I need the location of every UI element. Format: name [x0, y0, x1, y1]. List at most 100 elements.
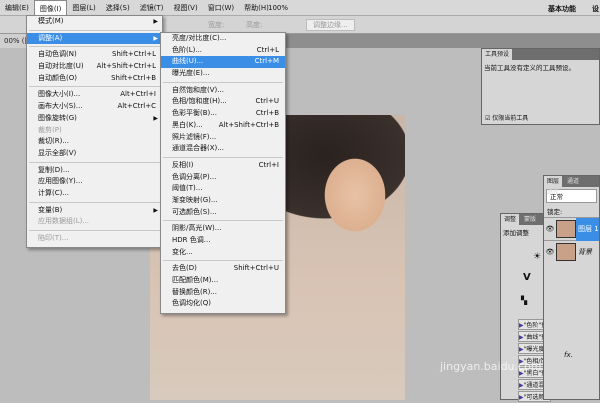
tool-presets-panel: 工具预设 当前工具没有定义的工具预设。 ☑ 仅限当前工具: [481, 48, 600, 125]
menu-item[interactable]: 应用图像(Y)...: [27, 176, 162, 188]
layer-name: 背景: [578, 248, 592, 256]
menu-item-label: 色调分离(P)...: [172, 172, 217, 181]
menu-item[interactable]: 自然饱和度(V)...: [161, 85, 285, 97]
menu-5[interactable]: 视图(V): [168, 0, 202, 16]
menu-item[interactable]: 色彩平衡(B)... Ctrl+B: [161, 108, 285, 120]
menu-separator: [163, 260, 283, 262]
tab-adjustments[interactable]: 调整: [501, 214, 520, 225]
menu-item[interactable]: 图像大小(I)... Alt+Ctrl+I: [27, 89, 162, 101]
brightness-icon[interactable]: ☀: [533, 252, 541, 262]
menu-item[interactable]: 阴影/高光(W)...: [161, 223, 285, 235]
layer-thumbnail: [556, 243, 576, 261]
workspace_more-label[interactable]: 设: [592, 4, 599, 14]
menu-item-label: 渐变映射(G)...: [172, 195, 218, 204]
eye-icon[interactable]: 👁: [544, 225, 556, 233]
layer-thumbnail: [556, 220, 576, 238]
menu-item-label: 色调均化(Q): [172, 299, 211, 308]
layer-row[interactable]: 👁 背景: [544, 240, 599, 263]
menu-item[interactable]: 去色(D) Shift+Ctrl+U: [161, 263, 285, 275]
menu-item[interactable]: 自动对比度(U) Alt+Shift+Ctrl+L: [27, 61, 162, 73]
workspace-label[interactable]: 基本功能: [548, 4, 576, 14]
tab-tool-presets[interactable]: 工具预设: [482, 49, 513, 60]
vibrance-icon[interactable]: V: [523, 272, 531, 283]
menu-item[interactable]: 自动色调(N) Shift+Ctrl+L: [27, 49, 162, 61]
menu-item-label: 色阶(L)...: [172, 45, 203, 54]
menu-item[interactable]: 裁切(R)...: [27, 136, 162, 148]
menu-item-label: 黑白(K)...: [172, 120, 203, 129]
menu-item-label: 色相/饱和度(H)...: [172, 97, 227, 106]
menu-item[interactable]: 阈值(T)...: [161, 183, 285, 195]
menu-item[interactable]: 匹配颜色(M)...: [161, 275, 285, 287]
menu-item[interactable]: 色调分离(P)...: [161, 172, 285, 184]
menu-6[interactable]: 窗口(W): [203, 0, 239, 16]
menu-item[interactable]: 可选颜色(S)...: [161, 207, 285, 219]
menu-item-label: 复制(D)...: [38, 165, 70, 174]
menu-item-label: 可选颜色(S)...: [172, 207, 217, 216]
menu-item-label: 自动色调(N): [38, 50, 77, 59]
menu-item[interactable]: 变化...: [161, 247, 285, 259]
menu-item-label: 应用数据组(L)...: [38, 217, 90, 226]
menu-item[interactable]: 反相(I) Ctrl+I: [161, 160, 285, 172]
eye-icon[interactable]: 👁: [544, 248, 556, 256]
blend-mode-select[interactable]: 正常: [546, 189, 597, 203]
submenu-arrow-icon: ▶: [153, 34, 158, 42]
menu-3[interactable]: 选择(S): [101, 0, 135, 16]
height-label: 高度:: [246, 21, 263, 29]
menu-item-label: 曲线(U)...: [172, 57, 204, 66]
menu-item[interactable]: 图像旋转(G) ▶: [27, 113, 162, 125]
menu-4[interactable]: 滤镜(T): [135, 0, 169, 16]
menu-item-label: 陷印(T)...: [38, 234, 69, 242]
menu-item[interactable]: 自动颜色(O) Shift+Ctrl+B: [27, 73, 162, 85]
menu-item[interactable]: 画布大小(S)... Alt+Ctrl+C: [27, 101, 162, 113]
menu-item[interactable]: 显示全部(V): [27, 148, 162, 160]
menu-item[interactable]: 应用数据组(L)...: [27, 216, 162, 228]
menu-item-label: 自动对比度(U): [38, 62, 84, 71]
menu-item-shortcut: Alt+Ctrl+C: [117, 102, 156, 111]
fx-icon[interactable]: fx.: [564, 351, 573, 359]
menu-item-label: 调整(A): [38, 33, 63, 42]
refine-edge-button[interactable]: 调整边缘...: [306, 19, 355, 31]
menu-2[interactable]: 图层(L): [67, 0, 100, 16]
menu-separator: [29, 230, 160, 231]
menu-item-label: 阈值(T)...: [172, 184, 203, 193]
menu-item[interactable]: 亮度/对比度(C)...: [161, 33, 285, 45]
menu-item-label: 反相(I): [172, 160, 194, 169]
menu-item[interactable]: 通道混合器(X)...: [161, 143, 285, 155]
menu-item[interactable]: 调整(A) ▶: [27, 32, 162, 45]
menu-item[interactable]: 替换颜色(R)...: [161, 287, 285, 299]
menu-0[interactable]: 编辑(E): [0, 0, 34, 16]
menu-item[interactable]: 计算(C)...: [27, 188, 162, 200]
menu-1[interactable]: 图像(I): [33, 0, 68, 16]
tab-1[interactable]: 通道: [564, 176, 582, 187]
menu-item-shortcut: Ctrl+M: [254, 57, 279, 66]
menu-item[interactable]: HDR 色调...: [161, 235, 285, 247]
menu-item-label: HDR 色调...: [172, 236, 211, 244]
menu-item[interactable]: 色相/饱和度(H)... Ctrl+U: [161, 96, 285, 108]
layer-name: 图层 1: [576, 217, 599, 241]
layers-panel: 图层 通道 路径 正常 锁定: 👁图层 1 👁背景 fx.: [543, 175, 600, 400]
menu-item-label: 亮度/对比度(C)...: [172, 34, 227, 42]
menu-item-shortcut: Shift+Ctrl+B: [111, 73, 156, 82]
submenu-arrow-icon: ▶: [153, 206, 158, 214]
menu-item-label: 裁剪(P): [38, 125, 62, 134]
menu-item[interactable]: 黑白(K)... Alt+Shift+Ctrl+B: [161, 120, 285, 132]
menu-item[interactable]: 复制(D)...: [27, 165, 162, 177]
menu-item[interactable]: 变量(B) ▶: [27, 205, 162, 217]
menu-item[interactable]: 陷印(T)...: [27, 233, 162, 245]
menu-item[interactable]: 模式(M) ▶: [27, 16, 162, 28]
menu-item[interactable]: 裁剪(P): [27, 125, 162, 137]
menu-item[interactable]: 色阶(L)... Ctrl+L: [161, 45, 285, 57]
menu-item-shortcut: Shift+Ctrl+L: [112, 50, 156, 59]
current-tool-only-checkbox[interactable]: ☑ 仅限当前工具: [485, 113, 528, 122]
tab-0[interactable]: 图层: [544, 176, 563, 187]
layer-row[interactable]: 👁 图层 1: [544, 217, 599, 241]
invert-icon[interactable]: ▚: [521, 296, 527, 305]
lock-label: 锁定:: [547, 208, 563, 216]
tab-masks[interactable]: 蒙版: [521, 214, 539, 225]
menu-item[interactable]: 渐变映射(G)...: [161, 195, 285, 207]
menu-item[interactable]: 曲线(U)... Ctrl+M: [161, 56, 285, 69]
menu-separator: [29, 86, 160, 88]
menu-item[interactable]: 曝光度(E)...: [161, 68, 285, 80]
menu-item[interactable]: 照片滤镜(F)...: [161, 132, 285, 144]
menu-item[interactable]: 色调均化(Q): [161, 298, 285, 310]
